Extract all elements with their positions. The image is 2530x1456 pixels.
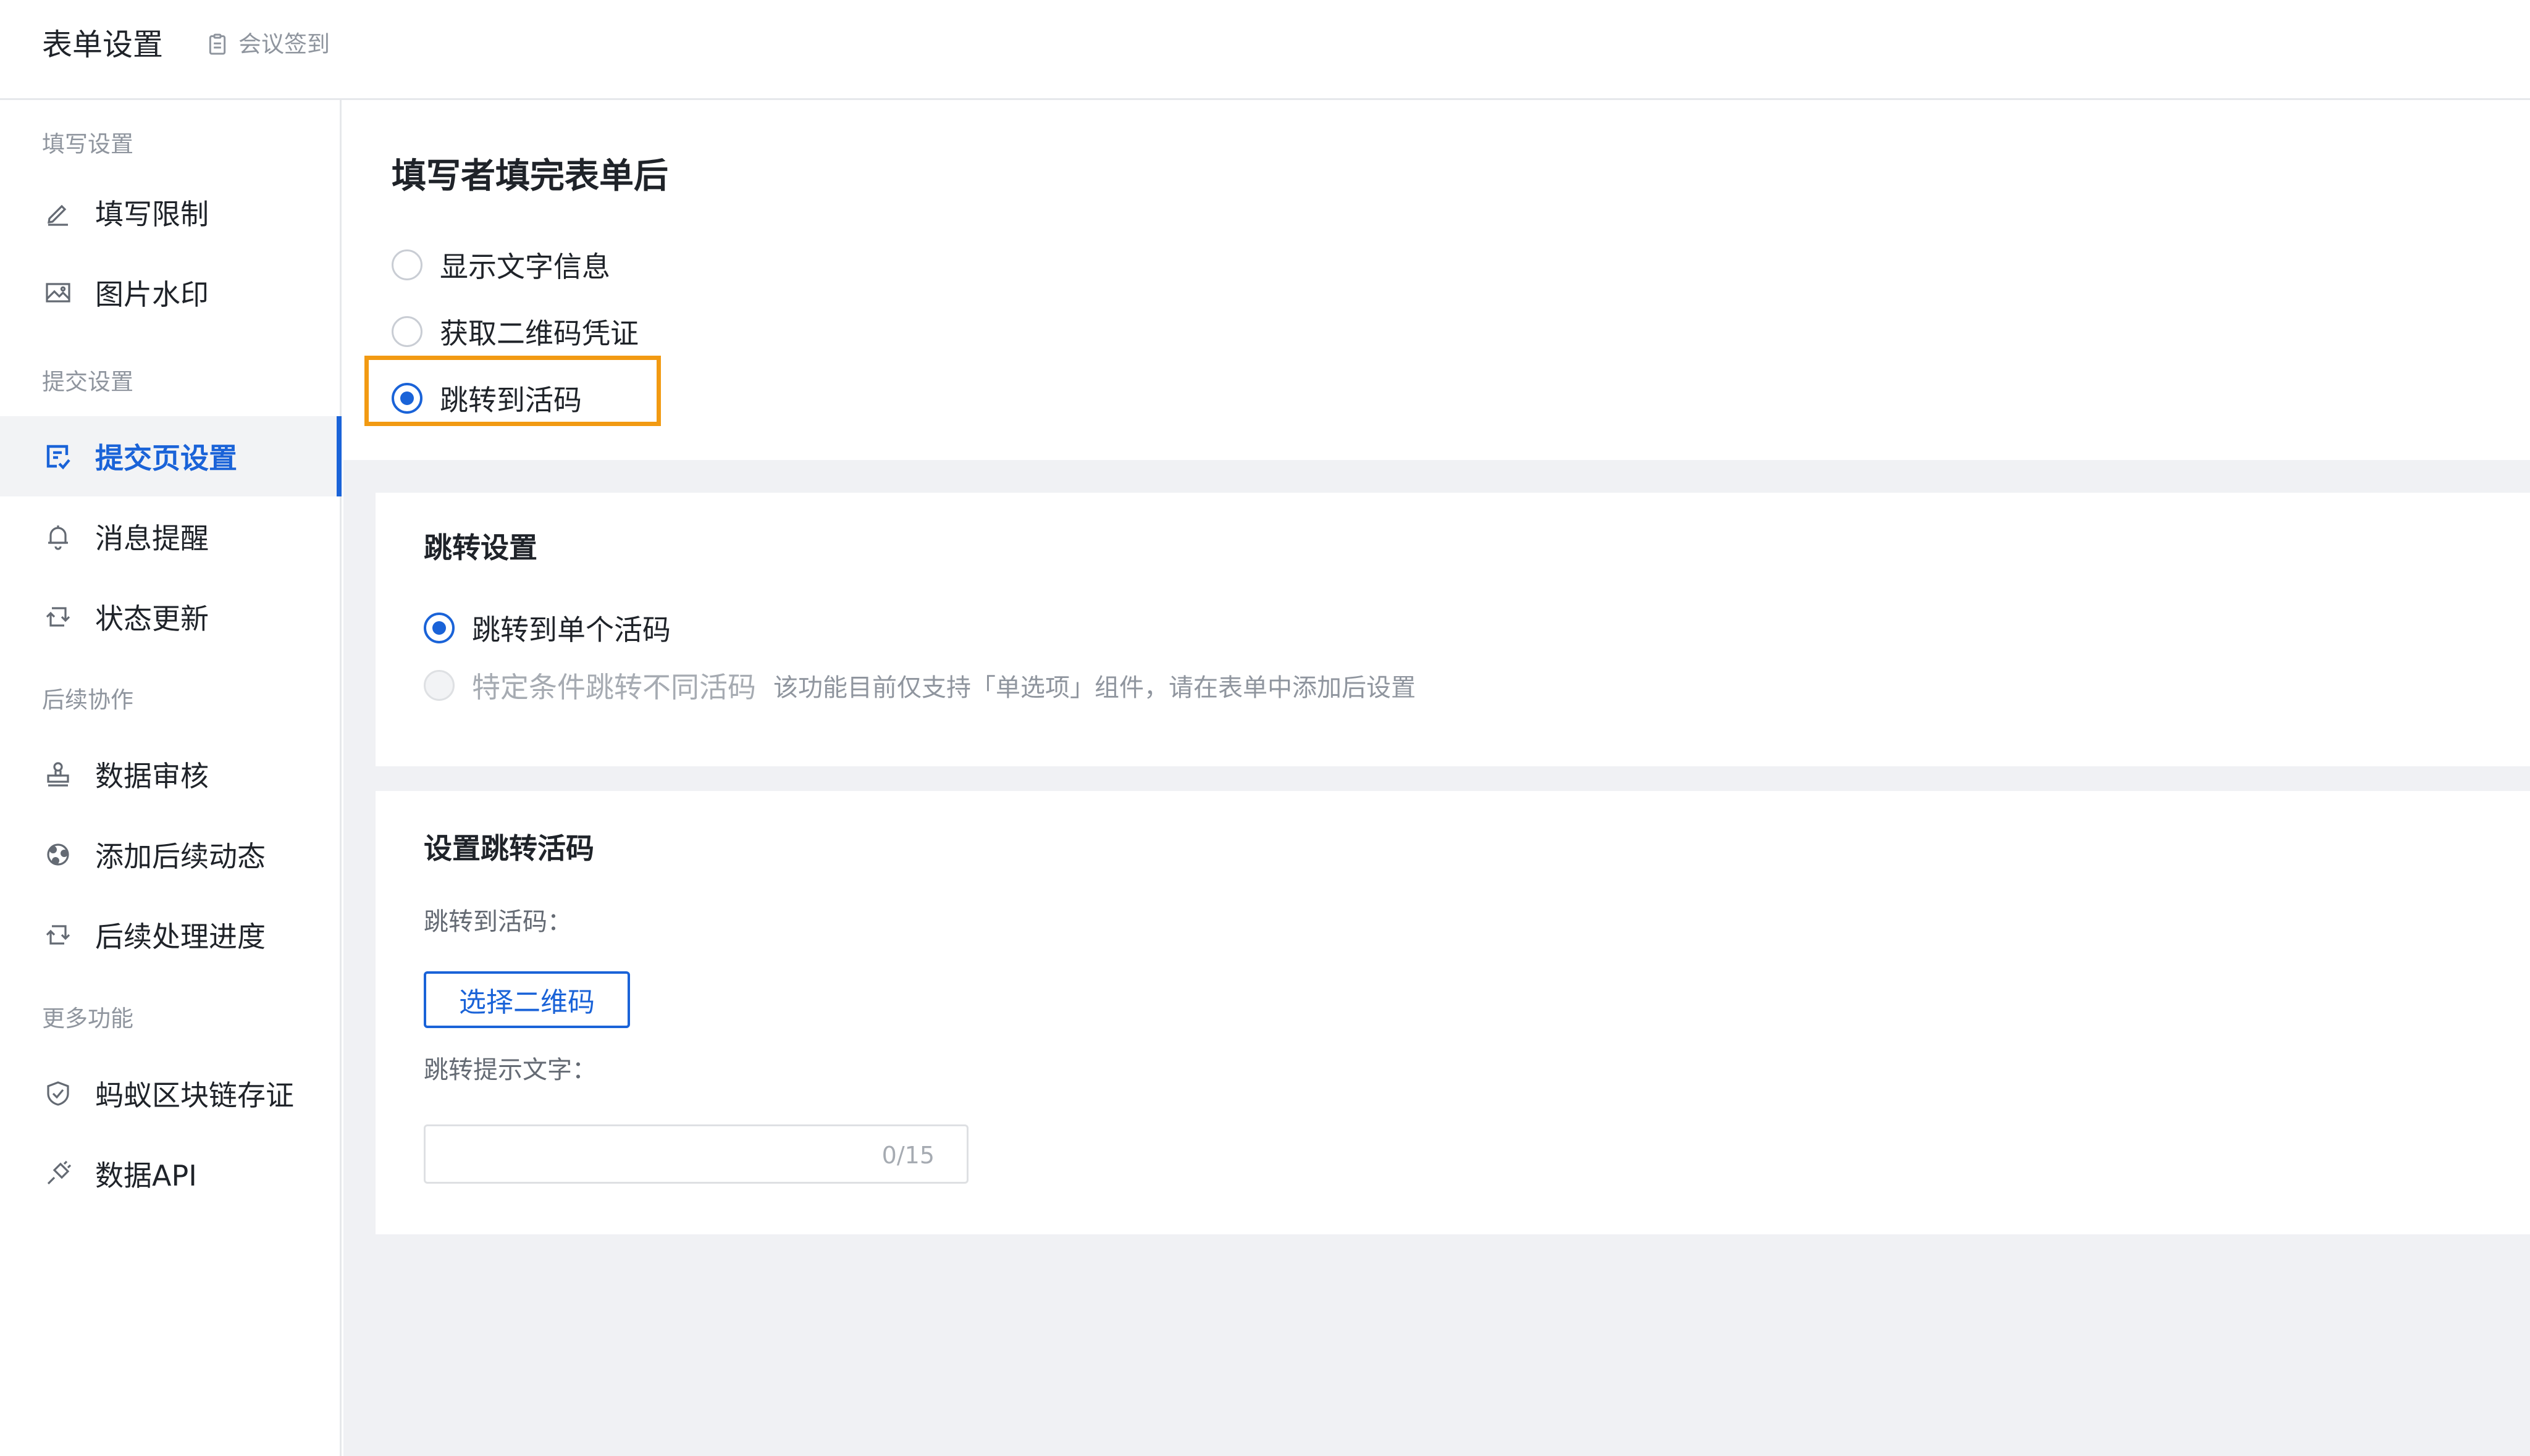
sidebar-item-label: 状态更新: [95, 602, 209, 635]
radio-option-single-code[interactable]: 跳转到单个活码: [424, 608, 671, 648]
sidebar-group-submit: 提交设置: [42, 369, 133, 395]
stamp-icon: [42, 758, 74, 790]
select-qrcode-button[interactable]: 选择二维码: [424, 971, 630, 1028]
radio-label: 特定条件跳转不同活码: [472, 671, 756, 704]
refresh-icon: [42, 601, 74, 633]
jump-tip-input-wrap: 0/15: [424, 1124, 969, 1184]
radio-label: 跳转到单个活码: [472, 613, 671, 646]
sidebar-item-blockchain[interactable]: 蚂蚁区块链存证: [0, 1053, 340, 1134]
form-name: 会议签到: [205, 27, 330, 62]
radio-label: 跳转到活码: [440, 383, 582, 417]
jump-code-label: 跳转到活码：: [424, 908, 572, 936]
radio-option-show-text[interactable]: 显示文字信息: [392, 245, 610, 285]
card-title: 跳转设置: [424, 531, 537, 564]
sidebar: 填写设置 填写限制 图片水印 提交设置 提交页设置 消息提醒 状态更新 后续协作: [0, 100, 342, 1456]
page-title: 表单设置: [42, 27, 164, 62]
sidebar-item-label: 蚂蚁区块链存证: [95, 1079, 294, 1112]
sidebar-item-followup-progress[interactable]: 后续处理进度: [0, 895, 340, 975]
sidebar-item-data-api[interactable]: 数据API: [0, 1134, 340, 1214]
sidebar-item-status-update[interactable]: 状态更新: [0, 577, 340, 657]
jump-settings-card: 跳转设置 跳转到单个活码 特定条件跳转不同活码 该功能目前仅支持「单选项」组件，…: [376, 493, 2530, 766]
char-counter: 0/15: [881, 1142, 935, 1169]
set-jump-code-card: 设置跳转活码 跳转到活码： 选择二维码 跳转提示文字： 0/15: [376, 791, 2530, 1234]
sidebar-item-label: 后续处理进度: [95, 920, 266, 953]
sidebar-item-label: 添加后续动态: [95, 840, 266, 873]
main-content: 填写者填完表单后 显示文字信息 获取二维码凭证 跳转到活码 跳转设置 跳转到单个…: [343, 100, 2530, 1456]
sidebar-item-label: 图片水印: [95, 278, 209, 311]
sidebar-group-followup: 后续协作: [42, 687, 133, 713]
pen-icon: [42, 196, 74, 228]
radio-label: 获取二维码凭证: [440, 317, 639, 350]
sidebar-item-submit-page[interactable]: 提交页设置: [0, 416, 342, 496]
radio-option-qr-voucher[interactable]: 获取二维码凭证: [392, 311, 639, 352]
sidebar-item-label: 数据API: [95, 1159, 197, 1192]
sidebar-item-fill-limit[interactable]: 填写限制: [0, 172, 340, 253]
refresh-icon: [42, 919, 74, 951]
card-title: 设置跳转活码: [424, 832, 594, 865]
sidebar-item-label: 填写限制: [95, 198, 209, 231]
share-circle-icon: [42, 839, 74, 871]
clipboard-icon: [209, 33, 226, 55]
sidebar-item-data-review[interactable]: 数据审核: [0, 734, 340, 814]
sidebar-item-label: 提交页设置: [95, 441, 237, 475]
form-check-icon: [42, 440, 74, 472]
form-name-label: 会议签到: [238, 31, 330, 57]
section-title: 填写者填完表单后: [392, 156, 668, 196]
image-icon: [42, 277, 74, 309]
radio-label: 显示文字信息: [440, 250, 610, 283]
shield-icon: [42, 1077, 74, 1110]
sidebar-item-message-reminder[interactable]: 消息提醒: [0, 496, 340, 577]
plug-icon: [42, 1158, 74, 1190]
sidebar-item-image-watermark[interactable]: 图片水印: [0, 253, 340, 333]
radio-circle-disabled: [424, 670, 455, 701]
radio-circle[interactable]: [392, 249, 422, 280]
radio-hint: 该功能目前仅支持「单选项」组件，请在表单中添加后设置: [773, 674, 1416, 702]
sidebar-group-more: 更多功能: [42, 1005, 133, 1032]
radio-circle-selected[interactable]: [392, 383, 422, 414]
after-submit-section: 填写者填完表单后 显示文字信息 获取二维码凭证 跳转到活码: [343, 100, 2530, 460]
radio-option-conditional: 特定条件跳转不同活码 该功能目前仅支持「单选项」组件，请在表单中添加后设置: [424, 665, 1416, 706]
sidebar-item-label: 消息提醒: [95, 522, 209, 555]
jump-tip-label: 跳转提示文字：: [424, 1056, 597, 1084]
sidebar-group-fill: 填写设置: [42, 131, 133, 157]
radio-option-jump-live-code[interactable]: 跳转到活码: [392, 378, 582, 419]
bell-icon: [42, 521, 74, 553]
radio-circle-selected[interactable]: [424, 613, 455, 643]
radio-circle[interactable]: [392, 316, 422, 347]
sidebar-item-add-followup[interactable]: 添加后续动态: [0, 814, 340, 895]
page-header: 表单设置 会议签到: [0, 0, 2530, 100]
sidebar-item-label: 数据审核: [95, 759, 209, 793]
